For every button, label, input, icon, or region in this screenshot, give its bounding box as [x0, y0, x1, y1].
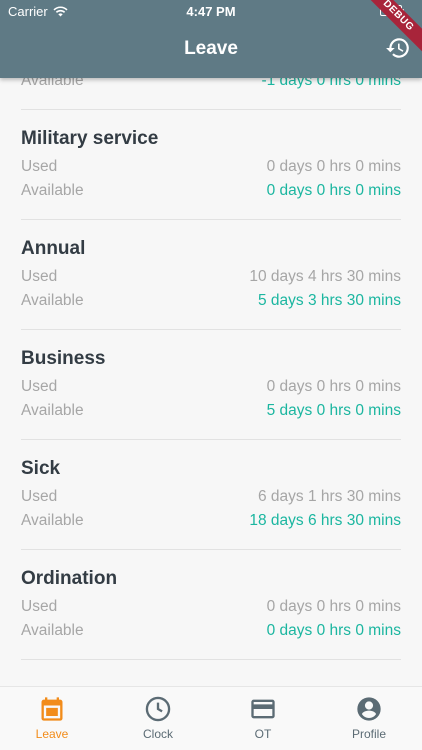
nav-label: OT: [254, 727, 272, 741]
card-icon: [251, 699, 275, 719]
available-row: Available 5 days 3 hrs 30 mins: [21, 292, 401, 312]
nav-item-leave[interactable]: Leave: [12, 695, 92, 741]
available-value: 5 days 3 hrs 30 mins: [257, 292, 401, 309]
available-row: Available 5 days 0 hrs 0 mins: [21, 402, 401, 422]
leave-type-title: Ordination: [21, 568, 118, 589]
available-label: Available: [21, 512, 84, 529]
used-value: 0 days 0 hrs 0 mins: [266, 158, 401, 175]
used-label: Used: [21, 598, 58, 615]
leave-section-annual: Annual Used 10 days 4 hrs 30 mins Availa…: [21, 238, 401, 330]
used-value: 0 days 0 hrs 0 mins: [266, 598, 401, 615]
account-circle-icon: [357, 697, 381, 721]
nav-item-clock[interactable]: Clock: [118, 695, 198, 741]
app-bar: Carrier 4:47 PM Leave DEBUG: [0, 0, 422, 78]
used-label: Used: [21, 488, 58, 505]
available-label: Available: [21, 622, 84, 639]
available-value: 0 days 0 hrs 0 mins: [266, 182, 401, 199]
page-title: Leave: [184, 38, 238, 59]
available-value: 18 days 6 hrs 30 mins: [249, 512, 401, 529]
used-label: Used: [21, 268, 58, 285]
leave-section-sick: Sick Used 6 days 1 hrs 30 mins Available…: [21, 458, 401, 550]
used-row: Used 10 days 4 hrs 30 mins: [21, 268, 401, 288]
available-label: Available: [21, 402, 84, 419]
nav-label: Leave: [35, 727, 69, 741]
available-row: Available 0 days 0 hrs 0 mins: [21, 622, 401, 642]
bottom-navigation: Leave Clock OT Profile: [0, 686, 422, 750]
used-label: Used: [21, 378, 58, 395]
used-row: Used 6 days 1 hrs 30 mins: [21, 488, 401, 508]
nav-item-profile[interactable]: Profile: [329, 695, 409, 741]
used-value: 10 days 4 hrs 30 mins: [249, 268, 401, 285]
status-bar: Carrier 4:47 PM: [0, 0, 422, 22]
used-row: Used 0 days 0 hrs 0 mins: [21, 598, 401, 618]
used-value: 6 days 1 hrs 30 mins: [257, 488, 401, 505]
leave-type-title: Annual: [21, 238, 86, 259]
calendar-icon: [41, 697, 63, 721]
history-icon: [386, 38, 409, 58]
leave-section-business: Business Used 0 days 0 hrs 0 mins Availa…: [21, 348, 401, 440]
nav-label: Clock: [142, 727, 173, 741]
leave-section-ordination: Ordination Used 0 days 0 hrs 0 mins Avai…: [21, 568, 401, 660]
nav-item-ot[interactable]: OT: [223, 695, 303, 741]
leave-type-title: Business: [21, 348, 106, 369]
status-time: 4:47 PM: [186, 4, 236, 19]
available-label: Available: [21, 182, 84, 199]
available-row: Available 0 days 0 hrs 0 mins: [21, 182, 401, 202]
available-row: Available 18 days 6 hrs 30 mins: [21, 512, 401, 532]
used-value: 0 days 0 hrs 0 mins: [266, 378, 401, 395]
leave-type-title: Sick: [21, 458, 61, 479]
used-label: Used: [21, 158, 58, 175]
used-row: Used 0 days 0 hrs 0 mins: [21, 158, 401, 178]
nav-label: Profile: [351, 727, 386, 741]
history-button[interactable]: [384, 34, 412, 62]
available-label: Available: [21, 292, 84, 309]
leave-type-title: Military service: [21, 128, 159, 149]
used-row: Used 0 days 0 hrs 0 mins: [21, 378, 401, 398]
leave-section-military-service: Military service Used 0 days 0 hrs 0 min…: [21, 128, 401, 220]
leave-list[interactable]: Available -1 days 0 hrs 0 mins Military …: [0, 0, 422, 686]
available-value: 5 days 0 hrs 0 mins: [266, 402, 401, 419]
available-value: 0 days 0 hrs 0 mins: [266, 622, 401, 639]
clock-icon: [145, 696, 171, 722]
